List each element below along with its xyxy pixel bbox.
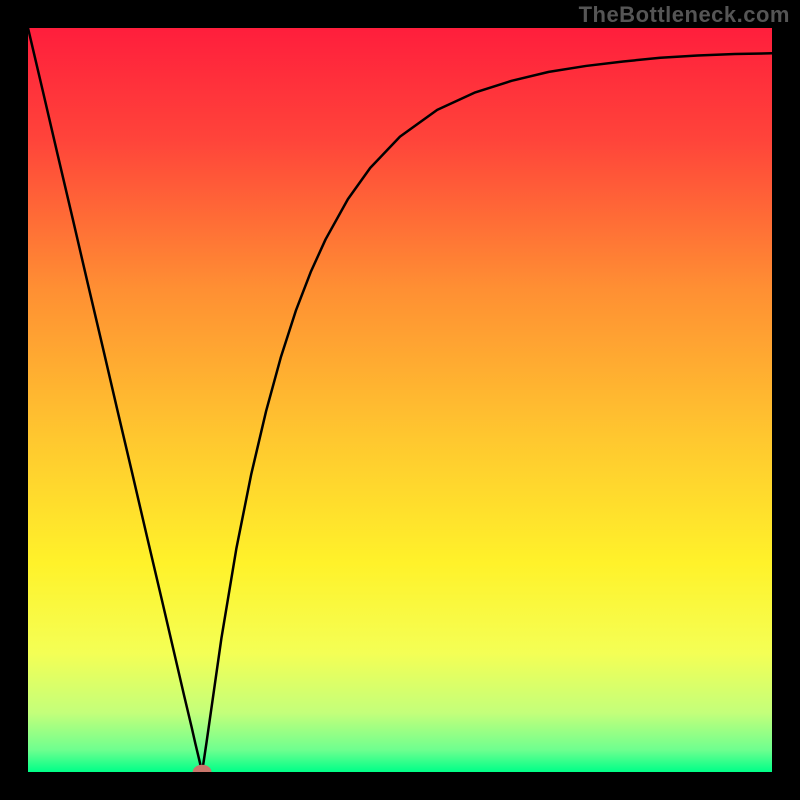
chart-frame: TheBottleneck.com bbox=[0, 0, 800, 800]
watermark-text: TheBottleneck.com bbox=[579, 2, 790, 28]
plot-background bbox=[28, 28, 772, 772]
bottleneck-chart bbox=[28, 28, 772, 772]
